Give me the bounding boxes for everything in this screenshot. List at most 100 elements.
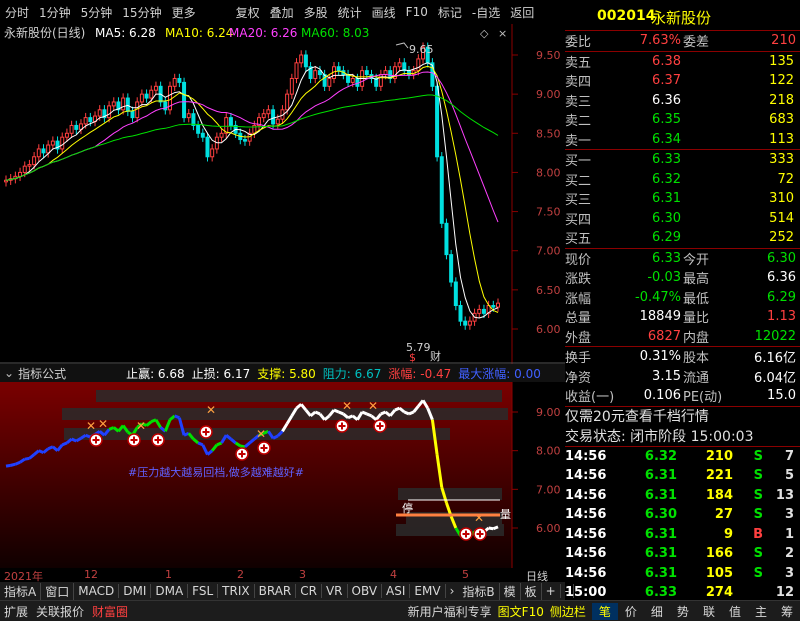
toolbar-item-3[interactable]: 15分钟 [117, 4, 166, 21]
y-tick: 9.00 [536, 88, 561, 101]
tick-side: S [753, 468, 763, 484]
tick-time: 14:56 [565, 507, 607, 523]
bid-label: 买四 [565, 212, 592, 228]
stat-value: 6827 [647, 328, 681, 344]
toolbar-item-9[interactable]: 画线 [367, 4, 401, 21]
nav-0[interactable]: 笔 [591, 602, 618, 620]
toolbar-item-8[interactable]: 统计 [333, 4, 367, 21]
toolbar-item-1[interactable]: 1分钟 [34, 4, 76, 21]
thousand-level-promo[interactable]: 仅需20元查看千档行情 [565, 406, 709, 426]
cross-marker-icon: ✕ [256, 427, 266, 441]
indicator-seg [24, 456, 30, 461]
nav-5[interactable]: 值 [722, 603, 748, 620]
toolbar-item-4[interactable]: 更多 [167, 4, 201, 21]
tick-row-3: 14:56 6.30 27 S 3 [565, 505, 800, 525]
candle-body [439, 156, 444, 224]
nav-7[interactable]: 筹 [774, 603, 800, 620]
tab-15[interactable]: 板 [521, 582, 542, 600]
stat-value: -0.03 [647, 270, 681, 286]
tab-5[interactable]: FSL [188, 584, 219, 598]
promo-link[interactable]: 新用户福利专享 [405, 603, 495, 620]
tab-3[interactable]: DMI [119, 584, 152, 598]
bid-volume: 310 [769, 191, 794, 207]
bottom-left-1[interactable]: 关联报价 [32, 603, 88, 620]
indicator-chart[interactable]: 9.008.007.006.00✕ ✕ ✕✕✕✕ ✕✕#压力越大越易回档,做多越难越好… [0, 382, 565, 568]
nav-3[interactable]: 势 [670, 603, 696, 620]
toolbar-item-10[interactable]: F10 [401, 5, 433, 19]
stat2-row-0: 换手 0.31% 股本 6.16亿 [565, 347, 800, 367]
candle-body [491, 305, 496, 308]
nav-1[interactable]: 价 [618, 603, 644, 620]
tick-count: 1 [784, 526, 794, 542]
candle-body [200, 132, 205, 138]
month-tick-1: 1 [165, 568, 172, 581]
candle-body [496, 302, 500, 308]
kline-chart[interactable]: 9.50 9.00 8.50 8.00 7.50 7.00 6.50 6.00 永新股份(日线)… [0, 24, 565, 364]
tick-volume: 184 [705, 487, 733, 503]
stat-value: 6.30 [767, 250, 796, 266]
y-tick: 7.50 [536, 206, 561, 219]
ask-row-1: 卖四 6.37 122 [565, 71, 800, 91]
candle-body [219, 132, 224, 138]
bid-row-0: 买一 6.33 333 [565, 150, 800, 170]
indicator-seg [408, 410, 415, 416]
f10-button[interactable]: 图文F10 [495, 603, 547, 620]
tick-side: S [753, 507, 763, 523]
candle-body [477, 308, 482, 314]
cross-marker-icon: ✕ [368, 399, 378, 413]
tab-14[interactable]: 模 [500, 582, 521, 600]
high-label: 9.65 [409, 43, 434, 56]
chevron-down-icon[interactable]: ⌄ [0, 366, 18, 380]
candle-body [285, 93, 290, 111]
ind-y-tick: 6.00 [536, 522, 561, 535]
tick-count: 13 [775, 487, 794, 503]
stat-value: 6.33 [652, 250, 681, 266]
toolbar-item-13[interactable]: 返回 [505, 4, 539, 21]
tab-6[interactable]: TRIX [218, 584, 255, 598]
sidebar-button[interactable]: 侧边栏 [547, 603, 592, 620]
candle-body [458, 305, 463, 322]
stat2-value: 0.106 [643, 388, 681, 404]
stat-value: 6.29 [767, 289, 796, 305]
tab-7[interactable]: BRAR [255, 584, 297, 598]
tab-11[interactable]: ASI [382, 584, 411, 598]
candle-body [196, 124, 201, 134]
tab-12[interactable]: EMV [410, 584, 446, 598]
tab-2[interactable]: MACD [74, 584, 120, 598]
nav-2[interactable]: 细 [644, 603, 670, 620]
toolbar-item-5[interactable]: 复权 [231, 4, 265, 21]
candle-body [289, 77, 294, 95]
toolbar-item-0[interactable]: 分时 [0, 4, 34, 21]
tab-8[interactable]: CR [296, 584, 322, 598]
bottom-left-0[interactable]: 扩展 [0, 603, 32, 620]
toolbar-item-6[interactable]: 叠加 [265, 4, 299, 21]
diamond-icon[interactable]: ◇ [480, 27, 489, 40]
tab-10[interactable]: OBV [348, 584, 383, 598]
y-tick: 8.00 [536, 166, 561, 179]
tick-volume: 9 [723, 526, 733, 542]
tab-9[interactable]: VR [322, 584, 348, 598]
toolbar-item-2[interactable]: 5分钟 [76, 4, 118, 21]
nav-4[interactable]: 联 [696, 603, 722, 620]
bid-row-1: 买二 6.32 72 [565, 170, 800, 190]
tab-0[interactable]: 指标A [0, 582, 42, 600]
tick-count: 2 [784, 546, 794, 562]
bid-volume: 252 [769, 230, 794, 246]
tab-13[interactable]: 指标B [458, 582, 500, 600]
tab-4[interactable]: DMA [151, 584, 189, 598]
nav-6[interactable]: 主 [748, 603, 774, 620]
candle-body [350, 77, 355, 83]
tick-row-5: 14:56 6.31 166 S 2 [565, 544, 800, 564]
indicator-stat-3: 阻力: 6.67 [322, 366, 382, 381]
indicator-seg [361, 410, 368, 416]
toolbar-item-11[interactable]: 标记 [433, 4, 467, 21]
close-icon[interactable]: × [498, 27, 507, 40]
stat-label: 总量 [565, 311, 592, 327]
tab-1[interactable]: 窗口 [41, 582, 75, 600]
stat2-label: 换手 [565, 351, 592, 367]
bottom-left-2[interactable]: 财富圈 [88, 603, 132, 620]
toolbar-item-7[interactable]: 多股 [299, 4, 333, 21]
toolbar-item-12[interactable]: -自选 [467, 4, 505, 21]
ma-label-3: MA60: 8.03 [301, 26, 369, 40]
tab-16[interactable]: + [542, 584, 561, 598]
